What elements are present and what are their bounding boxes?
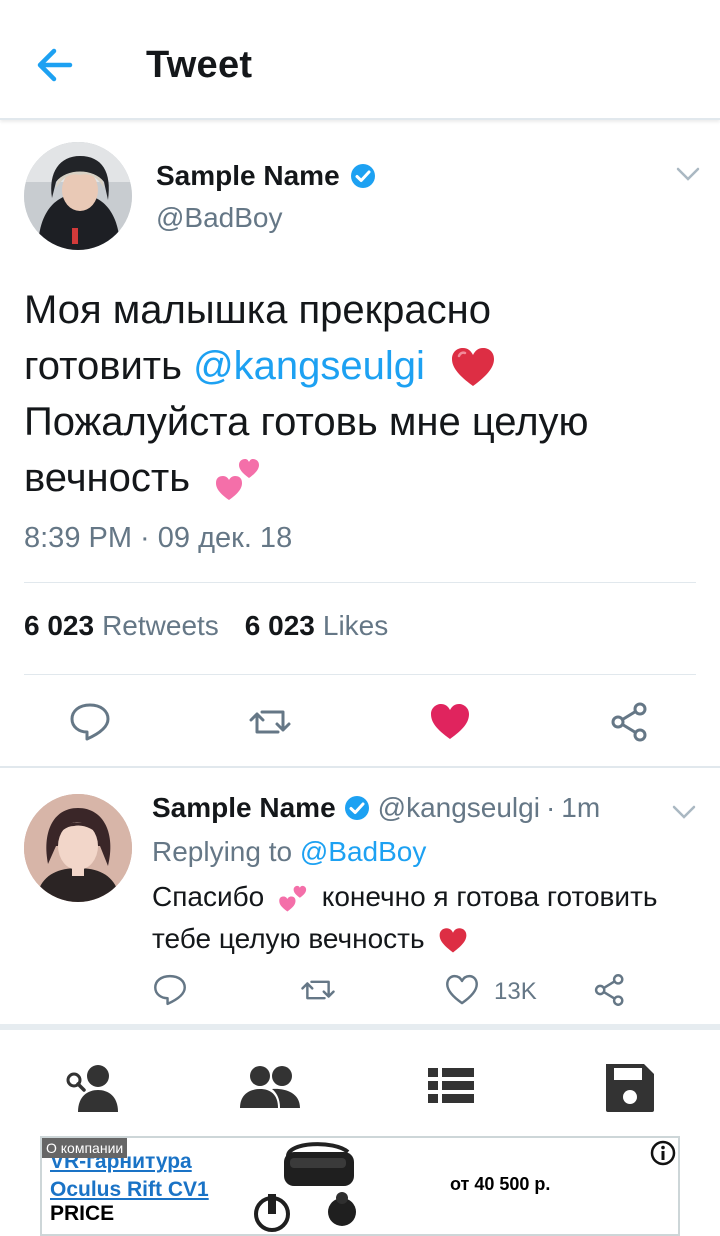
reply-text-fragment: Спасибо [152, 881, 265, 912]
people-icon[interactable] [240, 1062, 300, 1114]
save-icon[interactable] [600, 1062, 660, 1114]
replying-to-handle[interactable]: @BadBoy [300, 836, 427, 867]
profile-search-icon[interactable] [62, 1062, 122, 1114]
avatar[interactable] [24, 142, 132, 250]
main-tweet: Sample Name @BadBoy Моя малышка прекрасн… [0, 122, 720, 768]
list-icon[interactable] [420, 1062, 480, 1114]
ad-about-tag[interactable]: О компании [42, 1138, 128, 1158]
author-handle[interactable]: @BadBoy [156, 202, 283, 234]
tweet-stats: 6 023 Retweets 6 023 Likes [24, 610, 414, 642]
share-icon[interactable] [608, 700, 652, 744]
verified-badge-icon [344, 796, 369, 820]
avatar-image [24, 142, 132, 250]
mention-link[interactable]: @kangseulgi [193, 344, 425, 388]
info-icon[interactable] [650, 1140, 676, 1166]
back-arrow-icon[interactable] [30, 40, 84, 90]
retweets-label: Retweets [102, 610, 219, 641]
tweet-text-fragment: готовить [24, 344, 194, 388]
tweet-text-line: Пожалуйста готовь мне целую [24, 400, 589, 444]
tweet-text: Моя малышка прекрасно готовить @kangseul… [24, 282, 704, 506]
likes-stat[interactable]: 6 023 Likes [245, 610, 388, 642]
red-heart-emoji-icon [439, 927, 467, 953]
likes-label: Likes [322, 610, 389, 641]
tweet-text-line: готовить @kangseulgi [24, 338, 704, 394]
top-app-bar: Tweet [0, 0, 720, 120]
separator-dot: · [545, 792, 556, 823]
reply-time[interactable]: 1m [561, 792, 600, 824]
vr-headset-image [254, 1142, 356, 1232]
page-title: Tweet [146, 44, 253, 86]
chevron-down-icon[interactable] [672, 804, 696, 820]
likes-count: 6 023 [244, 610, 315, 641]
divider [24, 674, 696, 675]
retweet-icon[interactable] [248, 700, 292, 744]
retweets-stat[interactable]: 6 023 Retweets [24, 610, 219, 642]
tweet-timestamp[interactable]: 8:39 PM · 09 дек. 18 [24, 522, 292, 555]
reply-like-count: 13K [494, 978, 537, 1005]
tweet-text-line: вечность [24, 450, 704, 506]
reply-tweet[interactable]: Sample Name @kangseulgi · 1m Replying to… [0, 770, 720, 1030]
replying-to-label: Replying to [152, 836, 293, 867]
bottom-nav [0, 1036, 720, 1136]
ad-price-label: PRICE [50, 1202, 115, 1225]
author-name[interactable]: Sample Name [156, 160, 340, 192]
reply-icon[interactable] [152, 972, 188, 1008]
two-hearts-emoji-icon [216, 459, 260, 501]
reply-text: Спасибо конечно я готова готовить тебе ц… [152, 876, 708, 960]
retweet-icon[interactable] [300, 972, 336, 1008]
tweet-text-line: Моя малышка прекрасно [24, 288, 491, 332]
tweet-text-fragment: вечность [24, 456, 191, 500]
author-row: Sample Name [156, 160, 376, 192]
avatar-image [24, 794, 132, 902]
red-heart-emoji-icon [452, 348, 495, 387]
ad-price: от 40 500 р. [450, 1174, 551, 1194]
ad-banner[interactable]: VR-гарнитура Oculus Rift CV1 О компании … [40, 1136, 680, 1236]
reply-author-name[interactable]: Sample Name [152, 792, 336, 824]
two-hearts-emoji-icon [279, 885, 307, 912]
ad-title-line: Oculus Rift CV1 [50, 1178, 209, 1201]
retweets-count: 6 023 [24, 610, 95, 641]
replying-to: Replying to @BadBoy [152, 836, 426, 868]
reply-author-row: Sample Name @kangseulgi · 1m [152, 792, 600, 824]
like-filled-icon[interactable] [428, 700, 472, 744]
like-outline-icon[interactable] [444, 972, 480, 1008]
avatar[interactable] [24, 794, 132, 902]
reply-icon[interactable] [68, 700, 112, 744]
verified-badge-icon [350, 164, 375, 188]
reply-author-handle[interactable]: @kangseulgi [378, 792, 540, 824]
divider [24, 582, 696, 583]
share-icon[interactable] [592, 972, 628, 1008]
chevron-down-icon[interactable] [676, 166, 700, 182]
